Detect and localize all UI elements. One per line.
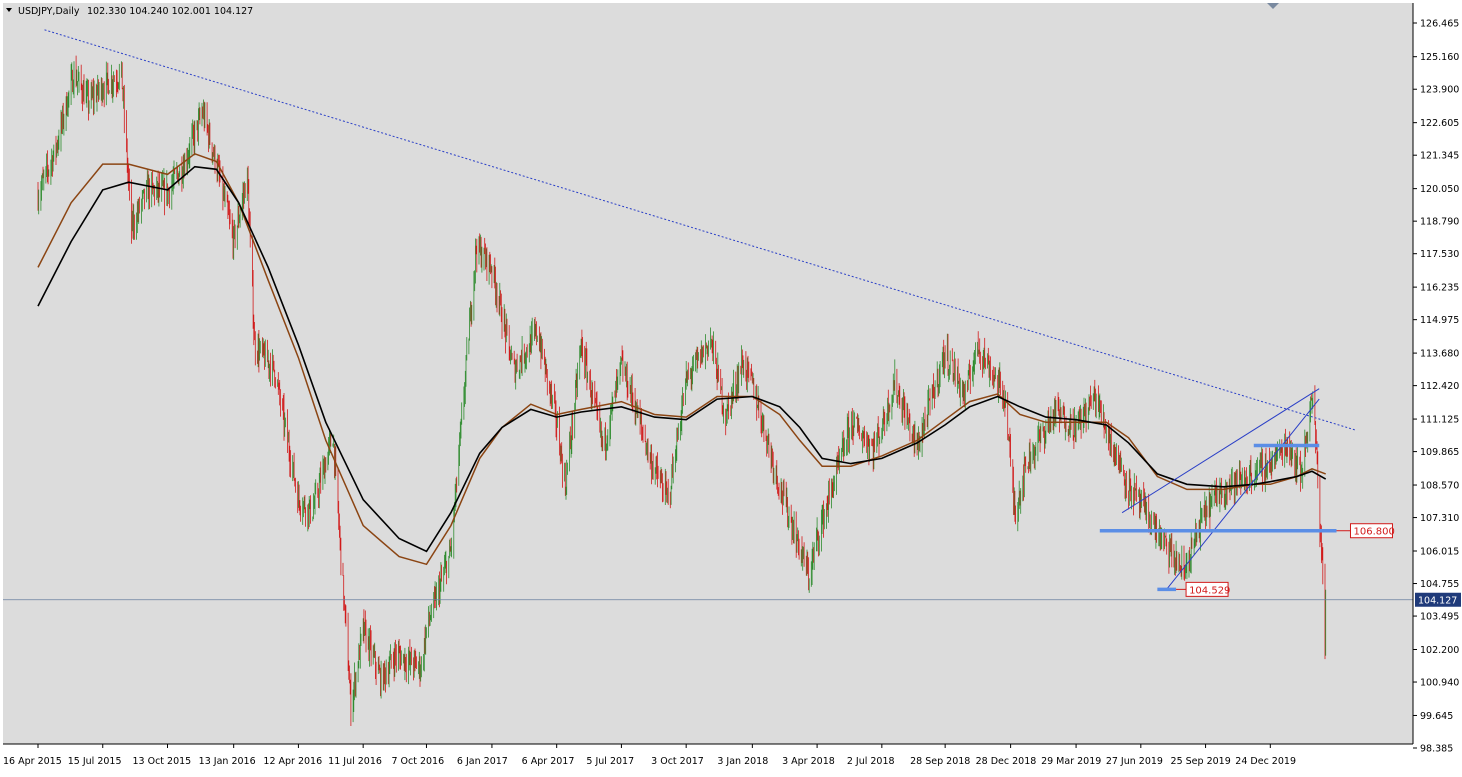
price-tick-label: 104.755 (1420, 579, 1459, 590)
price-tick-label: 100.940 (1420, 678, 1459, 689)
price-tick-label: 111.125 (1420, 415, 1459, 426)
price-tick-label: 113.680 (1420, 349, 1459, 360)
price-axis[interactable]: 126.465 125.160 123.900 122.605 121.345 120.0… (1413, 19, 1459, 755)
price-tick-label: 117.530 (1420, 249, 1459, 260)
price-tick-label: 112.420 (1420, 381, 1459, 392)
ohlc-label: 102.330 104.240 102.001 104.127 (87, 6, 253, 17)
price-tick-label: 99.645 (1420, 711, 1453, 722)
price-tick-label: 98.385 (1420, 744, 1453, 755)
time-axis[interactable]: 16 Apr 2015 15 Jul 2015 13 Oct 2015 13 Jan … (3, 744, 1296, 767)
price-tick-label: 121.345 (1420, 151, 1459, 162)
time-tick-label: 29 Mar 2019 (1041, 756, 1101, 767)
time-tick-label: 5 Jul 2017 (586, 756, 634, 767)
time-tick-label: 6 Apr 2017 (522, 756, 575, 767)
symbol-label: USDJPY,Daily (18, 6, 80, 17)
time-tick-label: 25 Sep 2019 (1171, 756, 1231, 767)
time-tick-label: 6 Jan 2017 (457, 756, 508, 767)
time-tick-label: 27 Jun 2019 (1106, 756, 1163, 767)
price-tick-label: 126.465 (1420, 19, 1459, 30)
time-tick-label: 13 Jan 2016 (199, 756, 256, 767)
time-tick-label: 3 Apr 2018 (782, 756, 835, 767)
time-tick-label: 28 Dec 2018 (976, 756, 1037, 767)
time-tick-label: 28 Sep 2018 (910, 756, 970, 767)
price-tick-label: 114.975 (1420, 315, 1459, 326)
price-tick-label: 108.570 (1420, 481, 1459, 492)
price-tick-label: 118.790 (1420, 217, 1459, 228)
price-tick-label: 123.900 (1420, 85, 1459, 96)
time-tick-label: 13 Oct 2015 (132, 756, 191, 767)
time-tick-label: 7 Oct 2016 (391, 756, 444, 767)
price-tick-label: 106.015 (1420, 547, 1459, 558)
plot-area[interactable] (3, 3, 1413, 744)
price-tick-label: 125.160 (1420, 52, 1459, 63)
support-level-label: 106.800 (1353, 527, 1394, 538)
current-price-label: 104.127 (1418, 596, 1457, 607)
time-tick-label: 2 Jul 2018 (847, 756, 895, 767)
chart-window[interactable]: 126.465 125.160 123.900 122.605 121.345 120.0… (0, 0, 1462, 773)
price-tick-label: 120.050 (1420, 184, 1459, 195)
price-tick-label: 103.495 (1420, 612, 1459, 623)
price-tick-label: 109.865 (1420, 447, 1459, 458)
support-level-2-label: 104.529 (1189, 585, 1230, 596)
price-tick-label: 122.605 (1420, 118, 1459, 129)
time-tick-label: 12 Apr 2016 (263, 756, 322, 767)
time-tick-label: 15 Jul 2015 (68, 756, 122, 767)
price-chart[interactable]: 126.465 125.160 123.900 122.605 121.345 120.0… (0, 0, 1462, 773)
time-tick-label: 16 Apr 2015 (3, 756, 62, 767)
price-tick-label: 116.235 (1420, 283, 1459, 294)
time-tick-label: 3 Oct 2017 (651, 756, 704, 767)
price-tick-label: 102.200 (1420, 645, 1459, 656)
time-tick-label: 3 Jan 2018 (717, 756, 768, 767)
time-tick-label: 24 Dec 2019 (1235, 756, 1296, 767)
header: USDJPY,Daily 102.330 104.240 102.001 104… (6, 6, 253, 17)
price-tick-label: 107.310 (1420, 513, 1459, 524)
time-tick-label: 11 Jul 2016 (328, 756, 382, 767)
